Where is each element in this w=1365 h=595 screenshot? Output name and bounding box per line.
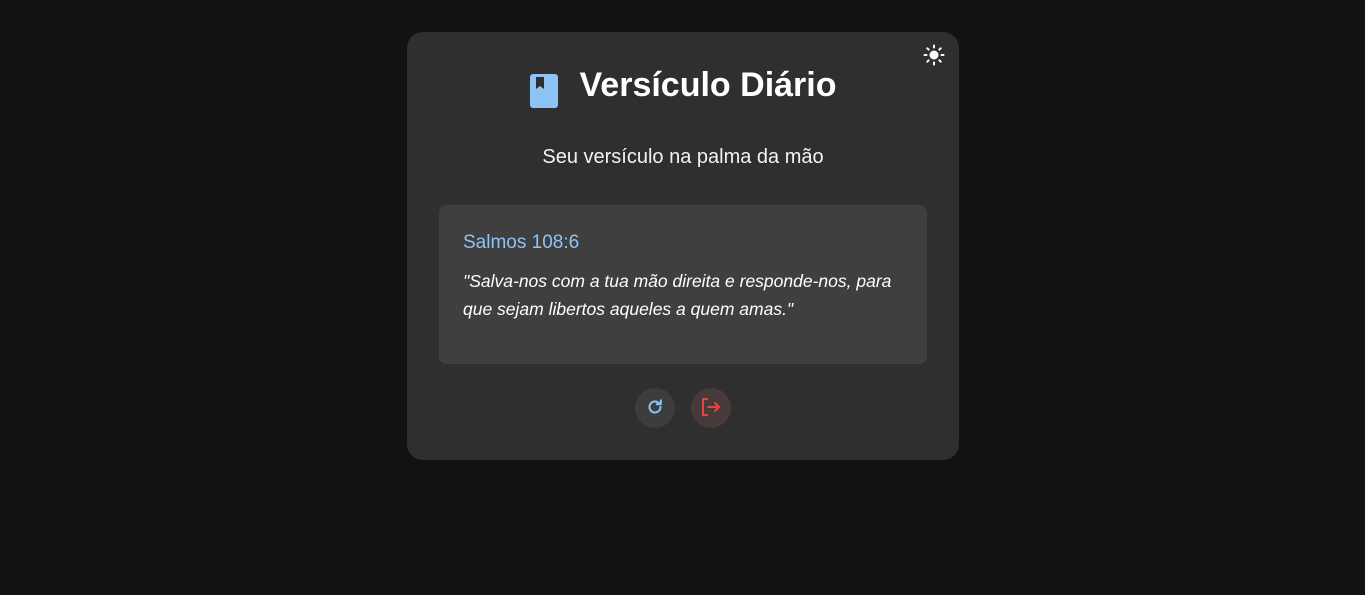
page-title: Versículo Diário	[579, 66, 837, 104]
verse-card: Versículo Diário Seu versículo na palma …	[407, 32, 959, 460]
header: Versículo Diário	[407, 62, 959, 108]
logout-icon	[700, 397, 722, 420]
bookmark-book-icon	[529, 72, 560, 108]
refresh-icon	[646, 398, 664, 419]
verse-reference: Salmos 108:6	[463, 232, 580, 253]
action-bar	[407, 388, 959, 428]
page-subtitle: Seu versículo na palma da mão	[542, 146, 824, 168]
verse-box: Salmos 108:6 "Salva-nos com a tua mão di…	[439, 205, 927, 364]
verse-text: "Salva-nos com a tua mão direita e respo…	[463, 271, 892, 319]
logout-button[interactable]	[691, 388, 731, 428]
refresh-button[interactable]	[635, 388, 675, 428]
